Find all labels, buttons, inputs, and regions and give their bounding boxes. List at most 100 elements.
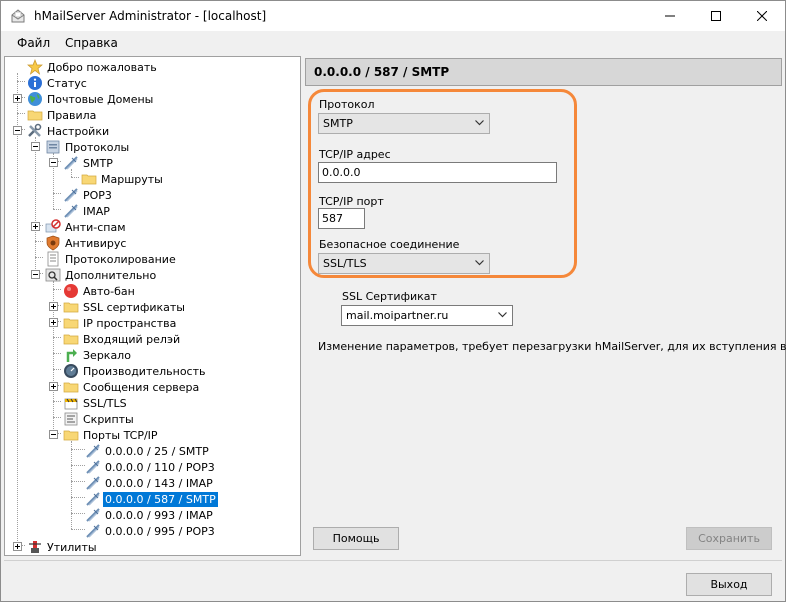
ssl-certificate-select[interactable]: mail.moipartner.ru	[341, 305, 513, 326]
tree-connector	[71, 177, 79, 178]
tree-item-port-995[interactable]: 0.0.0.0 / 995 / POP3	[85, 523, 217, 539]
port-input[interactable]: 587	[318, 208, 365, 229]
tree-item-utilities[interactable]: Утилиты	[27, 539, 99, 555]
advanced-icon	[45, 268, 61, 282]
tree-item-port-587[interactable]: 0.0.0.0 / 587 / SMTP	[85, 491, 218, 507]
antispam-icon	[45, 219, 61, 233]
plug-icon	[64, 156, 78, 170]
tree-connector	[71, 497, 85, 498]
tree-item-welcome[interactable]: Добро пожаловать	[27, 59, 159, 75]
folder-icon	[63, 318, 79, 329]
tree-item-settings[interactable]: Настройки	[27, 123, 111, 139]
app-window: hMailServer Administrator - [localhost] …	[0, 0, 786, 602]
tree-expander-settings[interactable]	[13, 126, 22, 135]
tree-connector	[71, 441, 72, 529]
tree-expander-ssl-certs[interactable]	[49, 302, 58, 311]
tree-connector	[53, 353, 61, 354]
protocols-icon	[46, 140, 60, 154]
tree-connector	[17, 113, 25, 114]
tree-expander-antispam[interactable]	[31, 222, 40, 231]
tree-expander-ip-ranges[interactable]	[49, 318, 58, 327]
tree-connector	[53, 401, 61, 402]
help-button[interactable]: Помощь	[313, 527, 399, 550]
mirror-icon	[66, 349, 77, 362]
tree-item-port-110[interactable]: 0.0.0.0 / 110 / POP3	[85, 459, 217, 475]
tree-item-antispam[interactable]: Анти-спам	[45, 219, 128, 235]
plug-icon	[86, 524, 100, 538]
tree-item-pop3[interactable]: POP3	[63, 187, 114, 203]
tree-connector	[71, 465, 85, 466]
tree-connector	[71, 529, 85, 530]
tree-item-domains[interactable]: Почтовые Домены	[27, 91, 155, 107]
tree-item-antivirus[interactable]: Антивирус	[45, 235, 128, 251]
ssl-certificate-label: SSL Сертификат	[342, 290, 437, 303]
plug-icon	[86, 460, 100, 474]
log-icon	[47, 251, 59, 267]
address-input[interactable]: 0.0.0.0	[318, 162, 557, 183]
title-bar: hMailServer Administrator - [localhost]	[1, 1, 785, 31]
tree-expander-smtp[interactable]	[49, 158, 58, 167]
plug-icon	[64, 204, 78, 218]
menu-bar: Файл Справка	[1, 31, 785, 55]
plug-icon	[86, 444, 100, 458]
tree-connector	[17, 81, 25, 82]
tree-item-server-messages[interactable]: Сообщения сервера	[63, 379, 201, 395]
secure-connection-select-value: SSL/TLS	[323, 257, 367, 270]
tree-item-tcp-ports[interactable]: Порты TCP/IP	[63, 427, 160, 443]
tree-item-status[interactable]: Статус	[27, 75, 89, 91]
menu-file[interactable]: Файл	[17, 36, 50, 50]
tree-item-advanced[interactable]: Дополнительно	[45, 267, 158, 283]
secure-connection-select[interactable]: SSL/TLS	[318, 253, 490, 274]
tree-item-incoming-relays[interactable]: Входящий релэй	[63, 331, 182, 347]
tree-item-rules[interactable]: Правила	[27, 107, 98, 123]
tree-expander-protocols[interactable]	[31, 142, 40, 151]
tree-item-port-993[interactable]: 0.0.0.0 / 993 / IMAP	[85, 507, 215, 523]
close-icon	[757, 11, 767, 21]
maximize-button[interactable]	[693, 1, 739, 31]
tree-expander-utilities[interactable]	[13, 542, 22, 551]
menu-help[interactable]: Справка	[65, 36, 118, 50]
tree-item-logging[interactable]: Протоколирование	[45, 251, 178, 267]
tree-connector	[53, 417, 61, 418]
ssl-certificate-select-value: mail.moipartner.ru	[346, 309, 449, 322]
tree-item-protocols[interactable]: Протоколы	[45, 139, 131, 155]
tree-expander-advanced[interactable]	[31, 270, 40, 279]
tree-item-mirror[interactable]: Зеркало	[63, 347, 133, 363]
exit-button[interactable]: Выход	[686, 573, 772, 596]
tree-expander-server-messages[interactable]	[49, 382, 58, 391]
minimize-button[interactable]	[647, 1, 693, 31]
plug-icon	[64, 188, 78, 202]
address-input-value: 0.0.0.0	[322, 166, 361, 179]
secure-connection-label: Безопасное соединение	[319, 238, 460, 251]
tree-expander-domains[interactable]	[13, 94, 22, 103]
hmailserver-app-icon	[11, 9, 25, 23]
tree-connector	[53, 193, 61, 194]
protocol-select[interactable]: SMTP	[318, 113, 490, 134]
tree-item-ssl-tls[interactable]: SSL/TLS	[63, 395, 129, 411]
maximize-icon	[711, 11, 721, 21]
tree-item-ip-ranges[interactable]: IP пространства	[63, 315, 178, 331]
tree-connector	[53, 369, 61, 370]
chevron-down-icon	[498, 312, 507, 318]
save-button[interactable]: Сохранить	[686, 527, 772, 550]
plug-icon	[86, 492, 100, 506]
navigation-tree[interactable]: Добро пожаловать Статус Почтовые Домены …	[4, 56, 301, 556]
tree-item-port-143[interactable]: 0.0.0.0 / 143 / IMAP	[85, 475, 215, 491]
port-input-value: 587	[322, 212, 343, 225]
tree-item-port-25[interactable]: 0.0.0.0 / 25 / SMTP	[85, 443, 211, 459]
close-button[interactable]	[739, 1, 785, 31]
protocol-label: Протокол	[319, 98, 375, 111]
tree-item-performance[interactable]: Производительность	[63, 363, 208, 379]
plug-icon	[86, 476, 100, 490]
tree-item-routes[interactable]: Маршруты	[81, 171, 165, 187]
tree-expander-tcp-ports[interactable]	[49, 430, 58, 439]
tree-item-imap[interactable]: IMAP	[63, 203, 112, 219]
plug-icon	[86, 508, 100, 522]
tree-item-smtp[interactable]: SMTP	[63, 155, 115, 171]
tree-item-ssl-certificates[interactable]: SSL сертификаты	[63, 299, 187, 315]
tree-item-autoban[interactable]: Авто-бан	[63, 283, 137, 299]
chevron-down-icon	[475, 260, 484, 266]
globe-icon	[28, 92, 42, 106]
tree-item-scripts[interactable]: Скрипты	[63, 411, 136, 427]
address-label: TCP/IP адрес	[319, 148, 391, 161]
